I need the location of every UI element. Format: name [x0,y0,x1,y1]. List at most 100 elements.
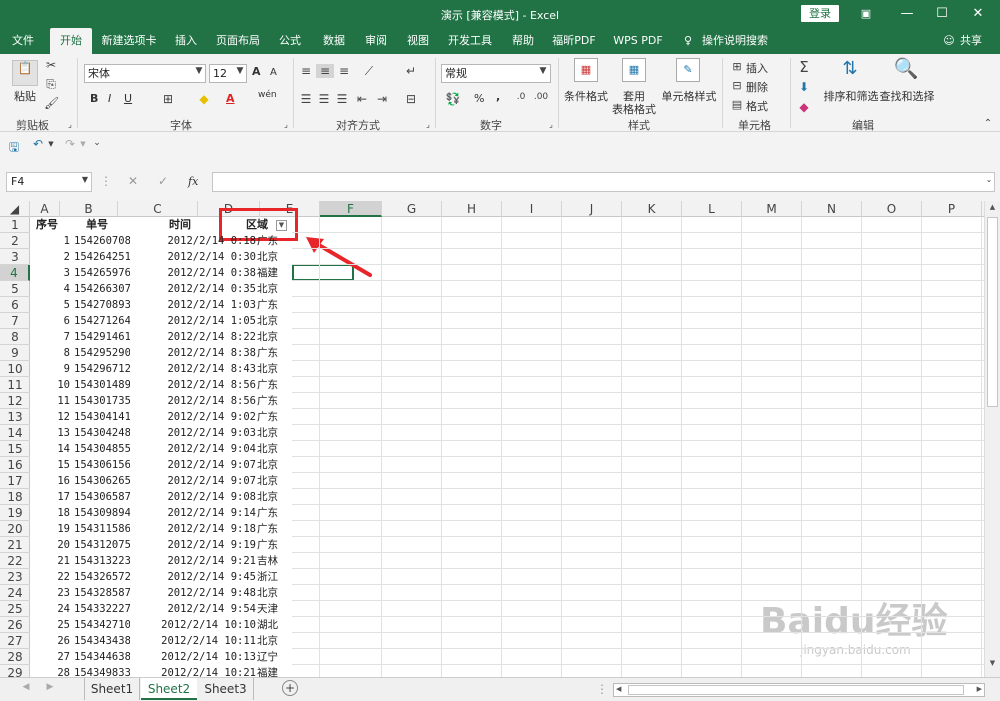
row-header-24[interactable]: 24 [0,585,30,601]
add-sheet-icon[interactable]: + [282,680,298,696]
cell-region[interactable]: 北京 [257,361,291,377]
currency-icon[interactable]: 💱 [444,92,462,106]
row-header-16[interactable]: 16 [0,457,30,473]
cell-order-number[interactable]: 154296712 [74,361,130,377]
number-format-select[interactable]: 常规 [441,64,551,83]
cell-index[interactable]: 24 [30,601,70,617]
cell-order-number[interactable]: 154270893 [74,297,130,313]
cell-order-number[interactable]: 154344638 [74,649,130,665]
cell-region[interactable]: 北京 [257,249,291,265]
cell-order-number[interactable]: 154326572 [74,569,130,585]
customize-qat-icon[interactable]: ⌄ [92,138,102,148]
cell-order-number[interactable]: 154328587 [74,585,130,601]
cell-region[interactable]: 浙江 [257,569,291,585]
cell-index[interactable]: 1 [30,233,70,249]
cell-time[interactable]: 2012/2/14 9:04 [136,441,256,457]
alignment-launcher-icon[interactable]: ⌟ [424,120,432,129]
row-header-4[interactable]: 4 [0,265,30,281]
cell-time[interactable]: 2012/2/14 10:21 [136,665,256,677]
row-header-14[interactable]: 14 [0,425,30,441]
sort-filter-button[interactable]: 排序和筛选 [822,88,880,104]
column-header-j[interactable]: J [562,201,622,217]
row-header-28[interactable]: 28 [0,649,30,665]
sort-filter-icon[interactable]: ⇅ [836,58,864,79]
format-painter-icon[interactable]: 🖌 [44,96,59,110]
cell-region[interactable]: 北京 [257,457,291,473]
conditional-format-button[interactable]: 条件格式 [562,88,610,104]
copy-icon[interactable]: ⎘ [44,77,58,92]
decrease-decimal-icon[interactable]: .00 [532,92,550,102]
border-icon[interactable]: ⊞ [160,92,176,106]
row-header-1[interactable]: 1 [0,217,30,233]
scroll-left-icon[interactable]: ◀ [616,685,621,693]
cell-styles-icon[interactable]: ✎ [676,58,700,82]
header-cell-d[interactable]: 区域 [240,217,274,233]
decrease-indent-icon[interactable]: ⇤ [354,92,370,106]
cell-time[interactable]: 2012/2/14 9:21 [136,553,256,569]
cell-order-number[interactable]: 154312075 [74,537,130,553]
cell-order-number[interactable]: 154332227 [74,601,130,617]
row-header-9[interactable]: 9 [0,345,30,361]
format-as-table-icon[interactable]: ▦ [622,58,646,82]
row-header-20[interactable]: 20 [0,521,30,537]
cell-index[interactable]: 15 [30,457,70,473]
tell-me-search[interactable]: 操作说明搜索 [700,28,770,54]
cell-time[interactable]: 2012/2/14 1:05 [136,313,256,329]
paste-button[interactable]: 粘贴 [10,88,40,104]
cell-order-number[interactable]: 154306587 [74,489,130,505]
cell-order-number[interactable]: 154291461 [74,329,130,345]
insert-function-button[interactable]: fx [188,175,198,188]
fill-icon[interactable]: ⬇ [796,80,812,94]
cell-time[interactable]: 2012/2/14 9:48 [136,585,256,601]
minimize-icon[interactable]: — [897,4,917,24]
row-header-6[interactable]: 6 [0,297,30,313]
undo-icon[interactable]: ↶ [30,137,46,151]
pinyin-button[interactable]: wén [258,90,277,100]
cell-time[interactable]: 2012/2/14 0:18 [136,233,256,249]
cell-order-number[interactable]: 154311586 [74,521,130,537]
cell-region[interactable]: 广东 [257,233,291,249]
fill-color-icon[interactable]: ◆ [196,92,212,106]
cell-region[interactable]: 北京 [257,329,291,345]
cell-time[interactable]: 2012/2/14 9:08 [136,489,256,505]
cell-region[interactable]: 北京 [257,425,291,441]
cell-region[interactable]: 广东 [257,393,291,409]
row-header-25[interactable]: 25 [0,601,30,617]
cell-order-number[interactable]: 154343438 [74,633,130,649]
row-header-2[interactable]: 2 [0,233,30,249]
cell-index[interactable]: 25 [30,617,70,633]
cell-order-number[interactable]: 154260708 [74,233,130,249]
cell-order-number[interactable]: 154306156 [74,457,130,473]
cell-order-number[interactable]: 154301735 [74,393,130,409]
row-header-10[interactable]: 10 [0,361,30,377]
column-header-b[interactable]: B [60,201,118,217]
horizontal-scrollbar[interactable]: ◀ ▶ [613,683,985,697]
cell-time[interactable]: 2012/2/14 9:14 [136,505,256,521]
align-middle-icon[interactable]: ≡ [316,64,334,78]
cell-region[interactable]: 广东 [257,409,291,425]
login-button[interactable]: 登录 [801,5,839,22]
row-header-19[interactable]: 19 [0,505,30,521]
row-header-8[interactable]: 8 [0,329,30,345]
cell-index[interactable]: 13 [30,425,70,441]
cell-order-number[interactable]: 154309894 [74,505,130,521]
column-header-a[interactable]: A [30,201,60,217]
row-header-13[interactable]: 13 [0,409,30,425]
row-header-23[interactable]: 23 [0,569,30,585]
increase-decimal-icon[interactable]: .0 [512,92,530,102]
cancel-icon[interactable]: ✕ [126,174,140,188]
cell-order-number[interactable]: 154266307 [74,281,130,297]
cell-order-number[interactable]: 154304248 [74,425,130,441]
cell-time[interactable]: 2012/2/14 9:07 [136,457,256,473]
column-header-f[interactable]: F [320,201,382,217]
column-header-g[interactable]: G [382,201,442,217]
cell-index[interactable]: 18 [30,505,70,521]
scroll-right-icon[interactable]: ▶ [977,685,982,693]
cell-index[interactable]: 14 [30,441,70,457]
cell-region[interactable]: 北京 [257,281,291,297]
format-as-table-line2[interactable]: 表格格式 [606,101,662,117]
cell-time[interactable]: 2012/2/14 0:38 [136,265,256,281]
cell-region[interactable]: 北京 [257,585,291,601]
cell-time[interactable]: 2012/2/14 9:18 [136,521,256,537]
cell-index[interactable]: 4 [30,281,70,297]
